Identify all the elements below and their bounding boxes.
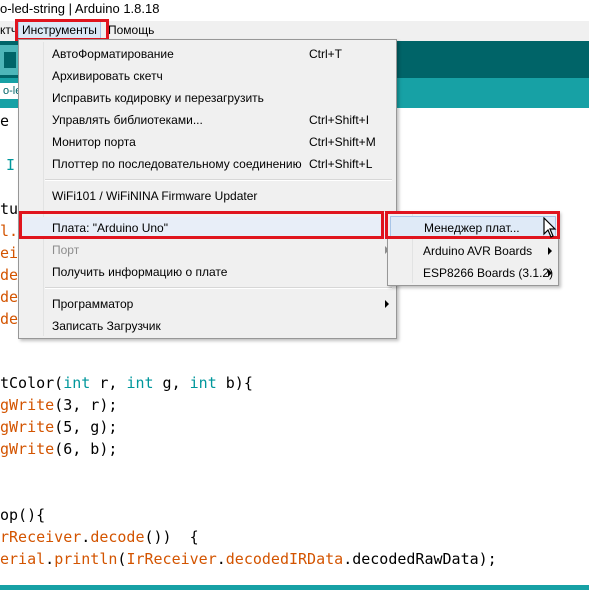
menu-help[interactable]: Помощь — [108, 23, 154, 37]
code-line: erial.println(IrReceiver.decodedIRData.d… — [0, 550, 497, 568]
submenu-item-avr-boards[interactable]: Arduino AVR Boards — [390, 240, 556, 262]
menu-item-serial-monitor[interactable]: Монитор порта Ctrl+Shift+M — [19, 131, 394, 153]
code-line: gWrite(3, r); — [0, 396, 118, 414]
submenu-item-boards-manager[interactable]: Менеджер плат... — [390, 216, 556, 238]
menu-item-board[interactable]: Плата: "Arduino Uno" — [19, 217, 394, 239]
window-title: o-led-string | Arduino 1.8.18 — [0, 1, 160, 16]
code-line: gWrite(5, g); — [0, 418, 118, 436]
code-line: op(){ — [0, 506, 46, 524]
menu-item-firmware-updater[interactable]: WiFi101 / WiFiNINA Firmware Updater — [19, 185, 394, 207]
submenu-item-esp8266-boards[interactable]: ESP8266 Boards (3.1.2) — [390, 262, 556, 284]
board-submenu: Менеджер плат... Arduino AVR Boards ESP8… — [387, 211, 559, 286]
menu-item-serial-plotter[interactable]: Плоттер по последовательному соединению C… — [19, 153, 394, 175]
menu-separator — [45, 179, 392, 181]
menu-item-archive-sketch[interactable]: Архивировать скетч — [19, 65, 394, 87]
code-line: rReceiver.decode()) { — [0, 528, 199, 546]
menu-item-programmer[interactable]: Программатор — [19, 293, 394, 315]
title-bar: o-led-string | Arduino 1.8.18 — [0, 0, 589, 21]
chevron-right-icon — [548, 247, 552, 255]
menu-item-port[interactable]: Порт — [19, 239, 394, 261]
menu-item-burn-bootloader[interactable]: Записать Загрузчик — [19, 315, 394, 337]
menu-sketch[interactable]: ктч — [0, 23, 17, 37]
code-line: e — [0, 112, 10, 130]
mouse-pointer-icon — [543, 217, 557, 238]
verify-icon — [4, 52, 16, 68]
menu-separator — [45, 211, 392, 213]
menu-separator — [45, 287, 392, 289]
menu-item-manage-libraries[interactable]: Управлять библиотеками... Ctrl+Shift+I — [19, 109, 394, 131]
code-line: l. — [0, 222, 19, 240]
menu-item-autoformat[interactable]: АвтоФорматирование Ctrl+T — [19, 43, 394, 65]
chevron-right-icon — [548, 269, 552, 277]
chevron-right-icon — [385, 300, 389, 308]
code-line: I — [6, 156, 16, 174]
code-line: ei — [0, 244, 19, 262]
menu-item-board-info[interactable]: Получить информацию о плате — [19, 261, 394, 283]
code-line: tColor(int r, int g, int b){ — [0, 374, 253, 392]
status-bar — [0, 585, 589, 590]
tools-menu: АвтоФорматирование Ctrl+T Архивировать ск… — [18, 39, 397, 339]
menu-bar: ктч Инструменты Помощь — [0, 20, 589, 41]
menu-tools[interactable]: Инструменты — [18, 20, 101, 40]
menu-item-fix-encoding[interactable]: Исправить кодировку и перезагрузить — [19, 87, 394, 109]
code-line: gWrite(6, b); — [0, 440, 118, 458]
